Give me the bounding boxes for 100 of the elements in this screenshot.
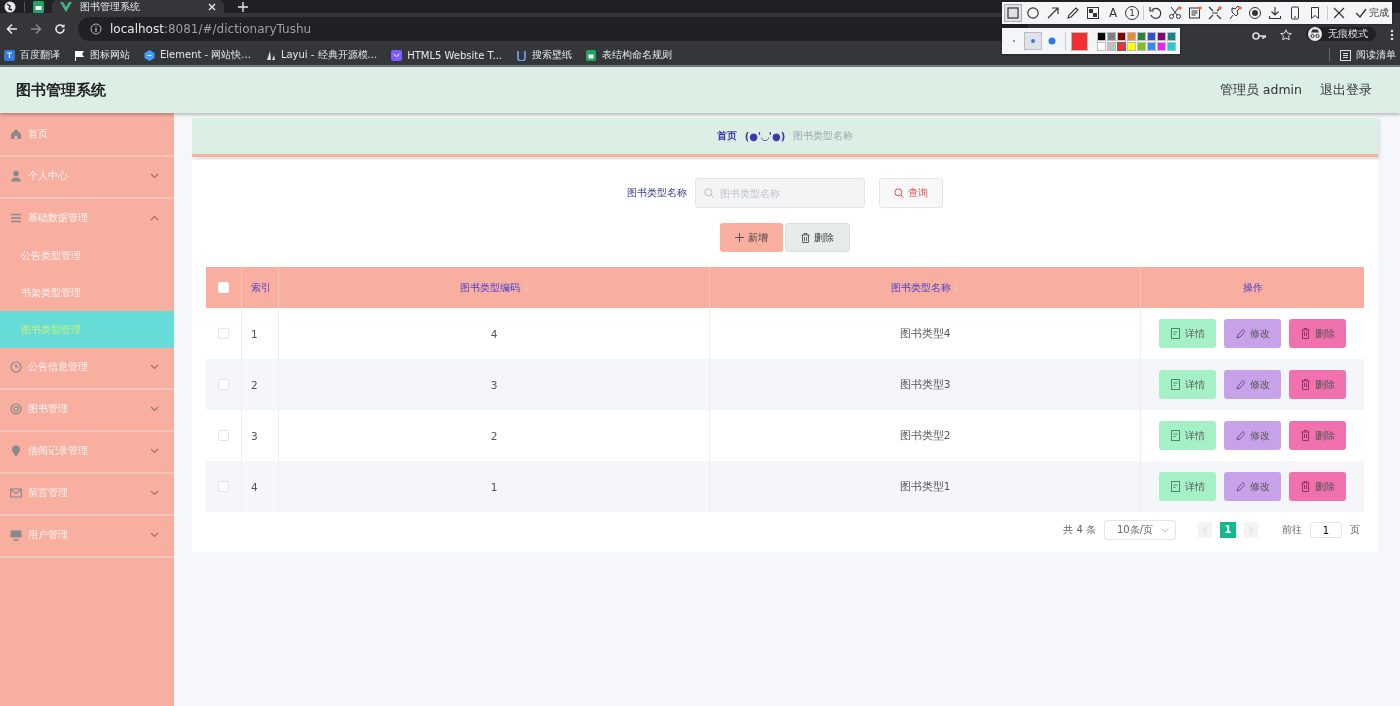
- mosaic-icon[interactable]: [1085, 5, 1101, 21]
- logout-link[interactable]: 退出登录: [1320, 81, 1372, 99]
- color-swatch[interactable]: [1147, 31, 1156, 41]
- bookmark[interactable]: Layui - 经典开源模...: [264, 48, 378, 62]
- table-cell: 3: [490, 378, 498, 391]
- details-button[interactable]: 详情: [1159, 421, 1216, 450]
- bookmark-icon: [4, 49, 15, 61]
- row-checkbox[interactable]: [218, 430, 229, 441]
- edit-button[interactable]: 修改: [1224, 319, 1281, 348]
- text-scan-icon[interactable]: [1187, 5, 1203, 21]
- document-icon: [1170, 379, 1180, 390]
- color-swatch[interactable]: [1137, 31, 1146, 41]
- delete-button[interactable]: 删除: [785, 223, 850, 252]
- table-cell: 2: [490, 429, 498, 442]
- info-icon: [90, 23, 102, 35]
- arrow-icon[interactable]: [1045, 5, 1061, 21]
- key-icon[interactable]: [1252, 31, 1266, 41]
- row-checkbox[interactable]: [218, 379, 229, 390]
- star-icon[interactable]: [1280, 29, 1292, 41]
- details-button[interactable]: 详情: [1159, 370, 1216, 399]
- bookmark-icon: [264, 49, 276, 61]
- browser-tab[interactable]: 图书管理系统: [52, 0, 224, 13]
- document-icon: [1170, 430, 1180, 441]
- color-swatch[interactable]: [1097, 31, 1106, 41]
- add-button[interactable]: 新增: [720, 223, 783, 252]
- column-header[interactable]: 索引: [251, 280, 271, 295]
- globe-icon[interactable]: [4, 0, 16, 13]
- color-swatch[interactable]: [1157, 41, 1166, 51]
- bookmark[interactable]: 表结构命名规则: [586, 48, 673, 62]
- row-checkbox[interactable]: [218, 481, 229, 492]
- forward-icon[interactable]: [30, 23, 42, 35]
- pen-icon: [1235, 481, 1245, 492]
- close-icon[interactable]: [208, 2, 216, 11]
- row-checkbox[interactable]: [218, 328, 229, 339]
- text-tool[interactable]: A: [1105, 5, 1121, 21]
- bookmark[interactable]: 搜索壁纸: [516, 48, 573, 62]
- undo-icon[interactable]: [1147, 5, 1163, 21]
- download-icon[interactable]: [1267, 5, 1283, 21]
- color-swatch[interactable]: [1117, 41, 1126, 51]
- new-tab-icon[interactable]: [238, 1, 248, 12]
- home-icon: [10, 128, 22, 140]
- back-icon[interactable]: [6, 23, 18, 35]
- bookmark[interactable]: 图标网站: [74, 48, 130, 62]
- column-header[interactable]: 操作: [1242, 280, 1263, 295]
- color-swatch[interactable]: [1167, 31, 1176, 41]
- current-color-swatch[interactable]: [1070, 31, 1088, 51]
- breadcrumb-item[interactable]: 首页: [716, 129, 737, 143]
- pin-icon[interactable]: [1227, 5, 1243, 21]
- table-cell: 4: [251, 480, 258, 493]
- edit-button[interactable]: 修改: [1224, 472, 1281, 501]
- record-icon[interactable]: [1247, 5, 1263, 21]
- reload-icon[interactable]: [54, 23, 66, 35]
- total-count: 共 4 条: [1063, 523, 1096, 537]
- search-icon: [704, 188, 714, 198]
- location-pin-icon: [10, 445, 22, 457]
- sheet-icon[interactable]: [33, 0, 44, 13]
- trash-icon: [1300, 481, 1310, 492]
- pencil-icon[interactable]: [1065, 5, 1081, 21]
- bookmark[interactable]: HTML5 Website T...: [391, 49, 503, 61]
- query-button[interactable]: 查询: [879, 178, 943, 208]
- breadcrumb-item[interactable]: (●'◡'●): [744, 130, 786, 142]
- page-input[interactable]: 1: [1310, 522, 1342, 538]
- color-swatch[interactable]: [1117, 31, 1126, 41]
- envelope-icon: [10, 487, 22, 499]
- color-swatch[interactable]: [1147, 41, 1156, 51]
- column-header[interactable]: 图书类型名称: [891, 280, 951, 295]
- user-label: 管理员 admin: [1219, 81, 1302, 99]
- page-size-select[interactable]: 10条/页: [1104, 520, 1176, 540]
- bookmark-icon: [586, 49, 598, 61]
- edit-button[interactable]: 修改: [1224, 421, 1281, 450]
- color-swatch[interactable]: [1157, 31, 1166, 41]
- color-swatch[interactable]: [1167, 41, 1176, 51]
- table-cell: 图书类型1: [899, 479, 951, 494]
- circle-icon[interactable]: [1025, 5, 1041, 21]
- details-button[interactable]: 详情: [1159, 472, 1216, 501]
- table-cell: 1: [490, 480, 498, 493]
- scissors-icon[interactable]: [1167, 5, 1183, 21]
- details-button[interactable]: 详情: [1159, 319, 1216, 348]
- edit-button[interactable]: 修改: [1224, 370, 1281, 399]
- trash-icon: [1300, 328, 1310, 339]
- close-icon[interactable]: [1331, 5, 1347, 21]
- plus-icon: [735, 233, 744, 242]
- bookmark[interactable]: 百度翻译: [4, 48, 60, 62]
- color-swatch[interactable]: [1107, 31, 1116, 41]
- more-icon[interactable]: [1390, 29, 1394, 41]
- column-header[interactable]: 图书类型编码: [460, 280, 520, 295]
- color-swatch[interactable]: [1097, 41, 1106, 51]
- select-all-checkbox[interactable]: [218, 282, 229, 293]
- color-swatch[interactable]: [1127, 31, 1136, 41]
- incognito-icon: [1308, 27, 1322, 41]
- expand-icon[interactable]: [1207, 5, 1223, 21]
- done-button[interactable]: 完成: [1355, 6, 1389, 20]
- incognito-badge[interactable]: 无痕模式: [1306, 27, 1376, 41]
- table-cell: 1: [251, 327, 258, 340]
- bookmark[interactable]: Element - 网站快...: [144, 48, 251, 62]
- color-swatch[interactable]: [1127, 41, 1136, 51]
- color-swatch[interactable]: [1107, 41, 1116, 51]
- reading-list-button[interactable]: 阅读清单: [1329, 48, 1396, 62]
- address-bar[interactable]: localhost:8081/#/dictionaryTushu: [78, 17, 1028, 41]
- color-swatch[interactable]: [1137, 41, 1146, 51]
